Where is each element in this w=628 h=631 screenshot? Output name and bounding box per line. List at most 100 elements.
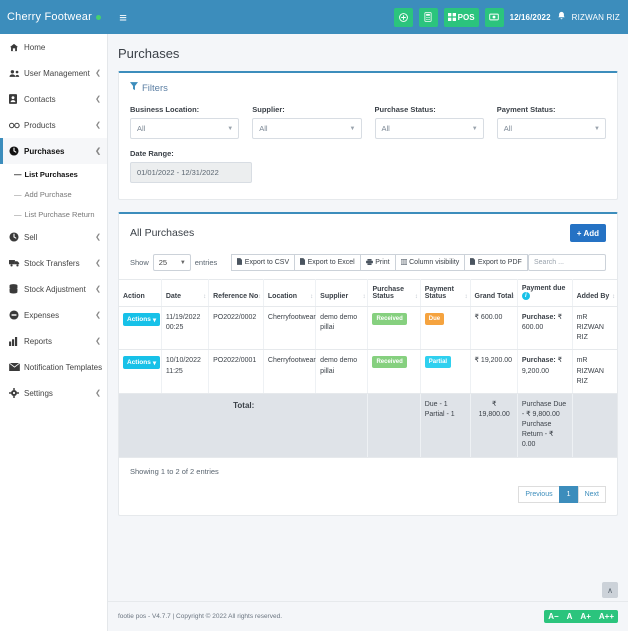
file-csv-icon [237,258,243,267]
search-input[interactable]: Search ... [528,254,606,271]
filter-business-location: Business Location: All ▼ [130,105,240,139]
selected-value: All [503,124,513,133]
submenu-item-list-purchase-return[interactable]: — List Purchase Return [0,204,107,224]
cash-icon [489,13,499,21]
cell-purchase-status: Received [367,349,421,394]
font-default-button[interactable]: A [563,610,577,623]
brand-logo[interactable]: Cherry Footwear [0,0,108,34]
row-actions-button[interactable]: Actions ▾ [123,356,161,370]
column-date[interactable]: Date ↕ [161,279,210,307]
sidebar-item-home[interactable]: Home [0,34,107,60]
table-footer-bar: Showing 1 to 2 of 2 entries Previous 1 N… [119,458,617,515]
column-grand-total[interactable]: Grand Total ↕ [470,279,518,307]
filter-payment-status: Payment Status: All ▼ [496,105,606,139]
cell-payment-status: Due [420,306,471,351]
current-date: 12/16/2022 [509,12,551,22]
add-button[interactable] [393,7,413,27]
sidebar-item-label: User Management [24,68,90,78]
column-location[interactable]: Location ↕ [263,279,317,307]
font-size-controls: A− A A+ A++ [544,610,618,623]
column-visibility-label: Column visibility [409,259,460,266]
cell-added-by: mR RIZWAN RIZ [572,306,617,351]
calculator-button[interactable] [418,7,438,27]
export-csv-button[interactable]: Export to CSV [231,254,296,271]
sidebar-item-expenses[interactable]: Expenses ❮ [0,302,107,328]
sidebar-item-purchases[interactable]: Purchases ❮ [0,138,107,164]
pagination-page-1[interactable]: 1 [558,485,579,503]
cell-location: Cherryfootwear [263,306,317,351]
sidebar-item-label: Reports [24,336,53,346]
sidebar-item-stock-adjustment[interactable]: Stock Adjustment ❮ [0,276,107,302]
add-purchase-button[interactable]: + Add [569,224,606,242]
export-pdf-button[interactable]: Export to PDF [464,254,528,271]
sidebar-item-products[interactable]: Products ❮ [0,112,107,138]
caret-down-icon: ▾ [152,359,157,367]
font-increase-more-button[interactable]: A++ [595,610,618,623]
cell-grand-total: ₹ 19,200.00 [470,349,518,394]
calculator-icon [424,12,432,22]
column-visibility-button[interactable]: Column visibility [394,254,466,271]
pos-button[interactable]: POS [443,7,479,27]
table-toolbar: Show 25 ▼ entries Export to CSV Export t… [119,248,617,279]
brand-status-dot [95,14,101,20]
font-decrease-button[interactable]: A− [544,610,562,623]
column-payment-due[interactable]: Payment due i [517,279,573,307]
purchase-status-select[interactable]: All ▼ [374,118,484,139]
purchases-submenu: — List Purchases — Add Purchase — List P… [0,164,107,224]
sidebar-item-contacts[interactable]: Contacts ❮ [0,86,107,112]
submenu-item-list-purchases[interactable]: — List Purchases [0,164,107,184]
column-supplier[interactable]: Supplier ↕ [315,279,369,307]
column-label: Date [165,293,182,300]
column-reference-no[interactable]: Reference No ↕ [208,279,264,307]
sidebar-item-settings[interactable]: Settings ❮ [0,380,107,406]
status-badge: Received [372,356,407,369]
sidebar-item-label: Settings [24,388,53,398]
entries-per-page-select[interactable]: 25 ▼ [152,254,191,271]
supplier-select[interactable]: All ▼ [252,118,362,139]
payment-status-select[interactable]: All ▼ [496,118,606,139]
show-label: Show [130,258,149,267]
filters-header[interactable]: Filters [119,73,617,101]
sidebar-item-stock-transfers[interactable]: Stock Transfers ❮ [0,250,107,276]
sidebar-item-user-management[interactable]: User Management ❮ [0,60,107,86]
selected-value: All [137,124,146,133]
sidebar-item-reports[interactable]: Reports ❮ [0,328,107,354]
column-payment-status[interactable]: Payment Status ↕ [420,279,471,307]
sort-icon: ↕ [464,294,468,300]
user-name[interactable]: RIZWAN RIZ [572,13,620,22]
sidebar-item-sell[interactable]: Sell ❮ [0,224,107,250]
filter-label: Purchase Status: [374,105,436,114]
actions-label: Actions [127,316,151,323]
pagination-previous[interactable]: Previous [518,485,560,503]
scroll-to-top-button[interactable]: ∧ [602,582,618,598]
font-increase-button[interactable]: A+ [576,610,594,623]
date-range-input[interactable]: 01/01/2022 - 12/31/2022 [130,162,252,183]
filter-label: Date Range: [130,149,174,158]
export-buttons-group: Export to CSV Export to Excel Print Colu… [231,254,528,271]
column-label: Purchase Status [372,286,404,300]
filters-card: Filters Business Location: All ▼ Supplie… [118,71,618,200]
table-row: Actions ▾ 11/19/2022 00:25 PO2022/0002 C… [119,306,617,351]
sidebar-item-notification-templates[interactable]: Notification Templates [0,354,107,380]
column-purchase-status[interactable]: Purchase Status ↕ [367,279,421,307]
submenu-item-add-purchase[interactable]: — Add Purchase [0,184,107,204]
cash-register-button[interactable] [484,7,504,27]
notifications-bell-icon[interactable] [557,11,566,24]
column-added-by[interactable]: Added By ↕ [572,279,617,307]
chevron-left-icon: ❮ [95,338,101,345]
sidebar: Home User Management ❮ Contacts ❮ Produc… [0,34,108,631]
sort-icon: ↕ [511,294,515,300]
submenu-label: Add Purchase [24,189,72,199]
pagination-next[interactable]: Next [577,485,606,503]
sidebar-toggle-icon[interactable]: ≡ [108,0,138,34]
sidebar-item-label: Expenses [24,310,60,320]
sort-icon: ↕ [414,294,418,300]
row-actions-button[interactable]: Actions ▾ [123,313,161,326]
plus-circle-icon [398,12,408,22]
sidebar-item-label: Contacts [24,94,56,104]
export-excel-button[interactable]: Export to Excel [294,254,361,271]
caret-down-icon: ▾ [152,316,157,324]
business-location-select[interactable]: All ▼ [130,118,240,139]
info-icon[interactable]: i [521,292,530,300]
print-button[interactable]: Print [359,254,396,271]
